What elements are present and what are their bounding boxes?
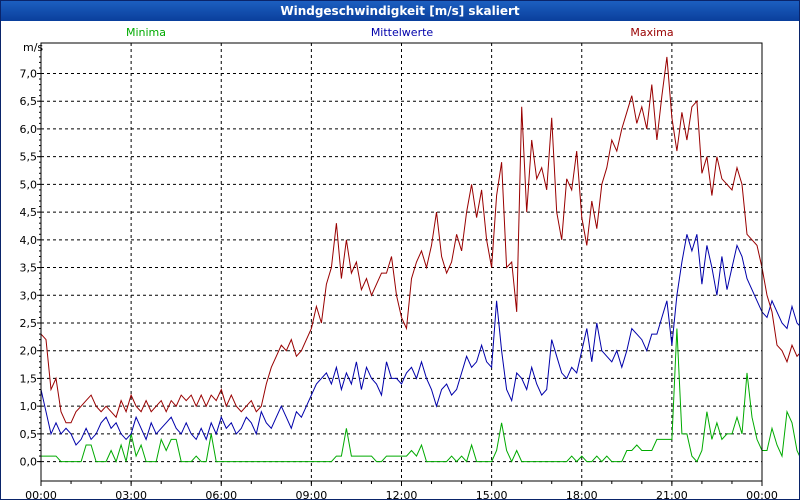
chart-window: Windgeschwindigkeit [m/s] skaliert Minim… <box>0 0 800 500</box>
x-axis-ticks: 00:0007.07.1303:0007.07.1306:0007.07.130… <box>25 481 778 499</box>
x-tick-time: 18:00 <box>566 489 598 499</box>
x-tick-time: 09:00 <box>296 489 328 499</box>
chart-canvas: Minima Mittelwerte Maxima m/s 0,0 0,5 1,0 1,5… <box>20 26 799 499</box>
chart-title: Windgeschwindigkeit [m/s] skaliert <box>1 1 799 21</box>
y-axis-ticks: 0,0 0,5 1,0 1,5 2,0 2,5 3,0 3,5 4,0 4,5 5,0 5,5 6,0 6… <box>20 56 41 469</box>
y-tick-label: 3,5 <box>20 262 38 275</box>
y-tick-label: 4,5 <box>20 206 38 219</box>
legend-entry-mittelwerte: Mittelwerte <box>371 26 434 39</box>
legend-entry-maxima: Maxima <box>630 26 673 39</box>
y-tick-label: 0,0 <box>20 456 38 469</box>
x-tick-time: 21:00 <box>656 489 688 499</box>
y-tick-label: 4,0 <box>20 234 38 247</box>
x-tick-time: 12:00 <box>386 489 418 499</box>
series-line-minima <box>41 328 799 464</box>
y-tick-label: 1,0 <box>20 400 38 413</box>
x-tick-time: 00:00 <box>746 489 778 499</box>
y-tick-label: 6,0 <box>20 123 38 136</box>
y-tick-label: 5,5 <box>20 151 38 164</box>
y-tick-label: 0,5 <box>20 428 38 441</box>
legend-entry-minima: Minima <box>126 26 166 39</box>
x-tick-time: 06:00 <box>205 489 237 499</box>
x-tick-time: 15:00 <box>476 489 508 499</box>
x-tick-time: 03:00 <box>115 489 147 499</box>
legend: Minima Mittelwerte Maxima <box>126 26 674 39</box>
y-tick-label: 2,5 <box>20 317 38 330</box>
series-line-mittelwerte <box>40 234 799 446</box>
y-axis-label: m/s <box>23 41 43 54</box>
y-tick-label: 1,5 <box>20 372 38 385</box>
y-tick-label: 2,0 <box>20 345 38 358</box>
x-tick-time: 00:00 <box>25 489 57 499</box>
y-tick-label: 7,0 <box>20 67 38 80</box>
series-layer <box>40 56 799 464</box>
y-tick-label: 5,0 <box>20 178 38 191</box>
y-tick-label: 6,5 <box>20 95 38 108</box>
y-tick-label: 3,0 <box>20 289 38 302</box>
